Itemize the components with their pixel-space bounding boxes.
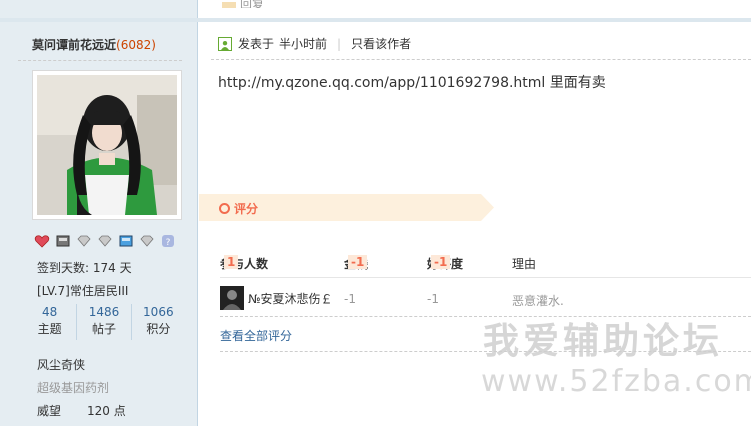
stat-label: 帖子 <box>91 322 116 336</box>
diamond-medal-icon[interactable] <box>76 234 92 248</box>
post-content: http://my.qzone.qq.com/app/1101692798.ht… <box>218 75 606 91</box>
rating-title: 评分 <box>219 200 258 217</box>
top-strip: 回复 <box>0 0 751 18</box>
rater-avatar[interactable] <box>220 286 244 310</box>
username[interactable]: 莫问谭前花远近(6082) <box>32 36 156 53</box>
watermark-url: www.52fzba.com <box>481 364 751 399</box>
username-text: 莫问谭前花远近 <box>32 38 117 52</box>
post-main: 发表于 半小时前 | 只看该作者 http://my.qzone.qq.com/… <box>199 22 751 426</box>
stat-points[interactable]: 1066 积分 <box>132 304 185 340</box>
row-approval: -1 <box>427 292 439 306</box>
posted-label: 发表于 <box>238 37 275 51</box>
participants-count: 1 <box>224 255 239 269</box>
stat-label: 主题 <box>37 322 62 336</box>
avatar[interactable] <box>32 70 182 220</box>
online-user-icon <box>218 36 232 51</box>
rater[interactable]: №安夏沐悲伤￡ <box>220 286 332 310</box>
svg-text:?: ? <box>166 238 171 248</box>
row-money: -1 <box>344 292 356 306</box>
stat-label: 积分 <box>146 322 171 336</box>
post-info-separator <box>211 59 751 60</box>
rating-circle-icon <box>219 203 230 214</box>
info-separator: | <box>337 36 342 51</box>
card-medal-icon[interactable] <box>55 234 71 248</box>
posted-time: 半小时前 <box>279 37 328 51</box>
money-total: -1 <box>348 255 368 269</box>
user-uid: (6082) <box>116 38 156 52</box>
user-group[interactable]: 风尘奇侠 <box>37 356 85 373</box>
prestige-value: 120 点 <box>87 404 126 418</box>
diamond-medal-icon[interactable] <box>97 234 113 248</box>
user-sidebar: 莫问谭前花远近(6082) ? 签到天数: 174 天 [LV.7]常住居民II… <box>0 22 198 426</box>
reply-icon <box>222 2 236 8</box>
username-separator <box>18 60 182 61</box>
user-level[interactable]: [LV.7]常住居民III <box>37 282 128 299</box>
heart-medal-icon[interactable] <box>34 234 50 248</box>
only-author-link[interactable]: 只看该作者 <box>351 35 411 52</box>
top-strip-sidebar <box>0 0 198 18</box>
user-prestige: 威望 120 点 <box>37 402 126 419</box>
rater-name[interactable]: №安夏沐悲伤￡ <box>248 290 332 307</box>
rating-title-text: 评分 <box>234 202 259 216</box>
stat-number: 48 <box>42 305 58 319</box>
stat-number: 1486 <box>88 305 120 319</box>
approval-total: -1 <box>431 255 451 269</box>
stat-number: 1066 <box>143 305 174 319</box>
medal-list: ? <box>34 234 176 248</box>
view-all-ratings-link[interactable]: 查看全部评分 <box>220 327 292 344</box>
rating-banner: 评分 <box>199 194 494 221</box>
stat-posts[interactable]: 1486 帖子 <box>77 304 132 340</box>
stat-topics[interactable]: 48 主题 <box>23 304 78 340</box>
blue-medal-icon[interactable] <box>118 234 134 248</box>
row-reason: 恶意灌水. <box>512 294 564 308</box>
user-stats: 48 主题 1486 帖子 1066 积分 <box>23 304 185 340</box>
diamond-medal-icon[interactable] <box>139 234 155 248</box>
avatar-image <box>37 75 177 215</box>
rating-header-separator <box>220 277 751 278</box>
post-info: 发表于 半小时前 | 只看该作者 <box>218 35 411 52</box>
help-medal-icon[interactable]: ? <box>160 234 176 248</box>
signin-days: 签到天数: 174 天 <box>37 261 132 275</box>
prestige-label: 威望 <box>37 404 62 418</box>
user-subgroup: 超级基因药剂 <box>37 381 110 395</box>
previous-reply-link[interactable]: 回复 <box>222 0 264 8</box>
watermark-title: 我爱辅助论坛 <box>483 321 724 362</box>
rating-reason-header: 理由 <box>512 257 537 271</box>
